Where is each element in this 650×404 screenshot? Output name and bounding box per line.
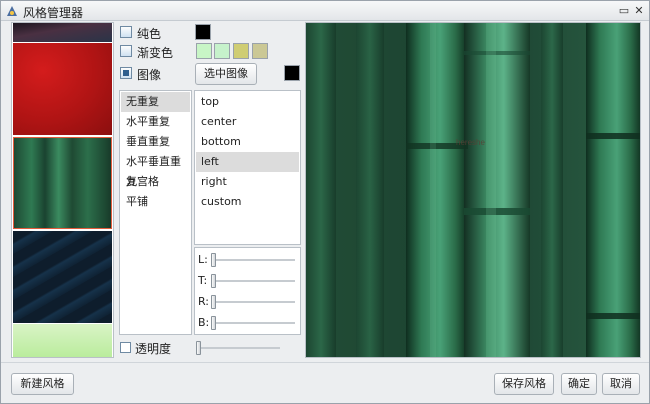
opacity-option: 透明度: [120, 339, 300, 357]
style-thumbnail[interactable]: [13, 231, 112, 323]
position-item[interactable]: custom: [196, 192, 299, 212]
margin-top-slider[interactable]: [211, 274, 216, 288]
margin-bottom-row: B:: [195, 314, 300, 332]
repeat-mode-item[interactable]: 九宫格: [121, 172, 190, 192]
repeat-mode-item[interactable]: 平铺: [121, 192, 190, 212]
margin-bottom-label: B:: [198, 316, 210, 329]
margin-bottom-slider[interactable]: [211, 316, 216, 330]
margin-left-track[interactable]: [212, 259, 295, 261]
title-bar[interactable]: 风格管理器 ▭ ✕: [1, 1, 649, 21]
position-item[interactable]: left: [196, 152, 299, 172]
gradient-swatch-4[interactable]: [252, 43, 268, 59]
margin-left-label: L:: [198, 253, 208, 266]
margin-top-label: T:: [198, 274, 208, 287]
opacity-label: 透明度: [135, 342, 172, 356]
margin-left-row: L:: [195, 251, 300, 269]
style-manager-window: 风格管理器 ▭ ✕ 纯色 渐变色 图像 选中图像 无重复 水平重复 垂直重复 水…: [0, 0, 650, 404]
margin-left-slider[interactable]: [211, 253, 216, 267]
gradient-label: 渐变色: [137, 46, 174, 60]
solid-color-label: 纯色: [137, 27, 162, 41]
save-style-button[interactable]: 保存风格: [494, 373, 554, 395]
margin-right-row: R:: [195, 293, 300, 311]
gradient-swatch-1[interactable]: [196, 43, 212, 59]
repeat-mode-item[interactable]: 水平重复: [121, 112, 190, 132]
margin-top-track[interactable]: [212, 280, 295, 282]
image-label: 图像: [137, 68, 162, 82]
solid-color-swatch[interactable]: [195, 24, 211, 40]
window-title: 风格管理器: [23, 6, 84, 20]
gradient-swatch-3[interactable]: [233, 43, 249, 59]
position-item[interactable]: bottom: [196, 132, 299, 152]
cancel-button[interactable]: 取消: [602, 373, 640, 395]
position-item[interactable]: center: [196, 112, 299, 132]
bamboo-preview-icon: hereshe: [306, 23, 640, 357]
gradient-checkbox[interactable]: [120, 45, 132, 57]
margin-bottom-track[interactable]: [212, 322, 295, 324]
style-thumbnail-selected[interactable]: [13, 137, 112, 229]
style-thumbnail-list[interactable]: [11, 22, 114, 358]
margin-right-track[interactable]: [212, 301, 295, 303]
repeat-mode-item[interactable]: 垂直重复: [121, 132, 190, 152]
margin-top-row: T:: [195, 272, 300, 290]
gradient-swatch-2[interactable]: [214, 43, 230, 59]
style-thumbnail[interactable]: [13, 324, 112, 357]
ok-button[interactable]: 确定: [561, 373, 597, 395]
margin-right-label: R:: [198, 295, 210, 308]
footer-divider: [1, 362, 649, 363]
minimize-icon[interactable]: ▭: [617, 4, 631, 18]
image-color-swatch[interactable]: [284, 65, 300, 81]
style-thumbnail[interactable]: [13, 23, 112, 42]
opacity-track[interactable]: [198, 347, 280, 349]
select-image-button[interactable]: 选中图像: [195, 63, 257, 85]
position-item[interactable]: top: [196, 92, 299, 112]
preview-watermark: hereshe: [456, 138, 485, 147]
opacity-slider[interactable]: [196, 341, 201, 355]
margin-right-slider[interactable]: [211, 295, 216, 309]
margin-sliders: L: T: R: B:: [194, 247, 301, 335]
repeat-mode-item[interactable]: 无重复: [121, 92, 190, 112]
app-icon: [7, 6, 17, 16]
position-list[interactable]: top center bottom left right custom: [194, 90, 301, 245]
repeat-mode-item[interactable]: 水平垂直重复: [121, 152, 190, 188]
solid-color-checkbox[interactable]: [120, 26, 132, 38]
style-thumbnail[interactable]: [13, 43, 112, 135]
preview-image: hereshe: [305, 22, 641, 358]
position-item[interactable]: right: [196, 172, 299, 192]
close-icon[interactable]: ✕: [632, 4, 646, 18]
opacity-checkbox[interactable]: [120, 342, 131, 353]
repeat-mode-list[interactable]: 无重复 水平重复 垂直重复 水平垂直重复 九宫格 平铺: [119, 90, 192, 335]
new-style-button[interactable]: 新建风格: [11, 373, 74, 395]
image-checkbox[interactable]: [120, 67, 132, 79]
